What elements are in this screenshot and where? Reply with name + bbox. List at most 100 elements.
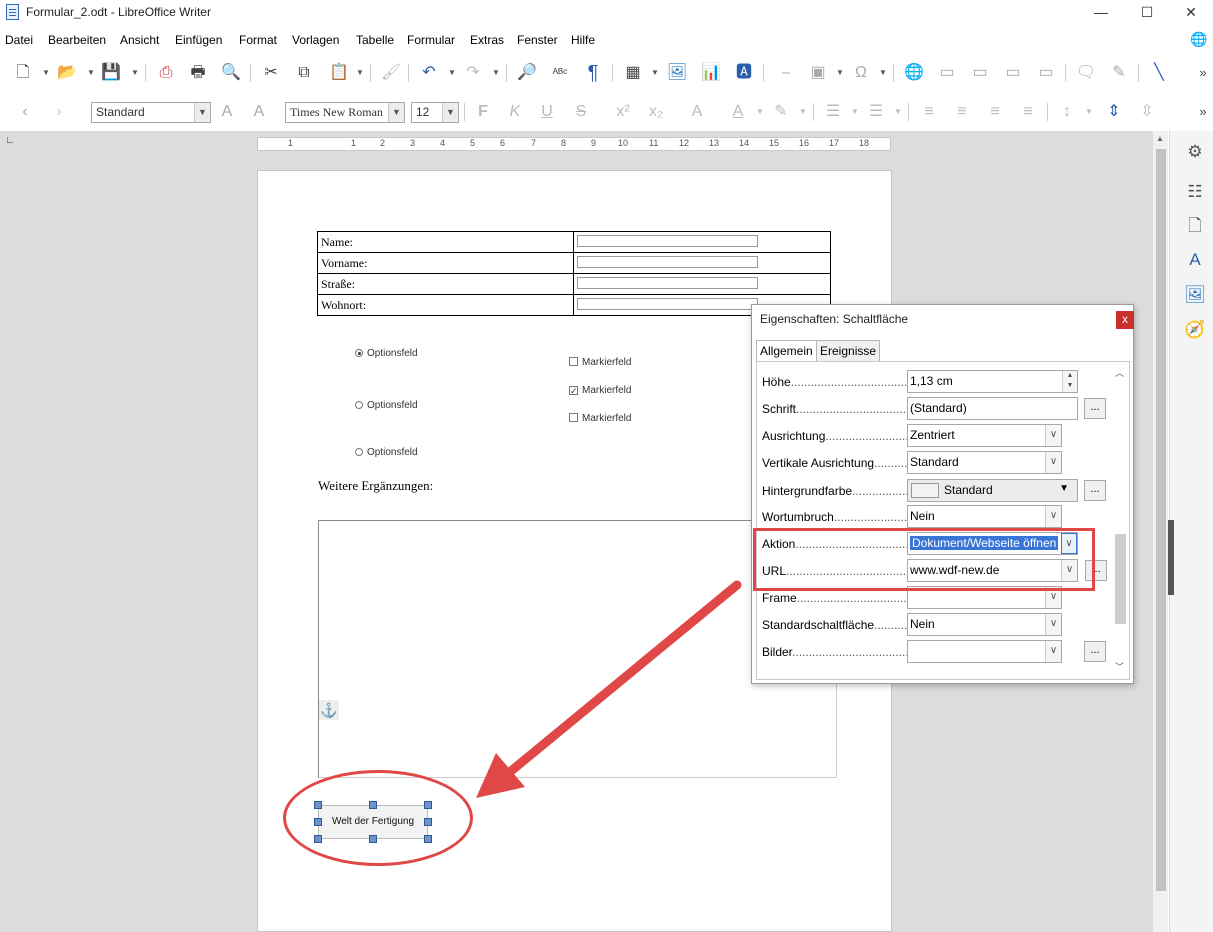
close-window-button[interactable]: ✕ <box>1168 0 1213 26</box>
page-break-icon[interactable]: ⎯ <box>775 62 797 84</box>
chevron-down-icon[interactable]: ∨ <box>1045 614 1061 635</box>
option-button-3[interactable]: Optionsfeld <box>355 447 418 458</box>
superscript-icon[interactable]: x² <box>612 101 634 123</box>
strasse-text-field[interactable] <box>577 277 758 289</box>
scrollbar-thumb[interactable] <box>1156 149 1166 891</box>
undo-icon[interactable]: ↶ <box>418 62 440 84</box>
new-style-icon[interactable]: A <box>248 101 270 123</box>
save-icon[interactable]: 💾 <box>100 62 122 84</box>
scroll-down-icon[interactable]: ﹀ <box>1115 660 1124 673</box>
checkbox-1[interactable]: Markierfeld <box>569 357 631 368</box>
menu-vorlagen[interactable]: Vorlagen <box>292 33 339 47</box>
bookmark-icon[interactable]: ▭ <box>1002 62 1024 84</box>
underline-icon[interactable]: U <box>536 101 558 123</box>
menu-bearbeiten[interactable]: Bearbeiten <box>48 33 106 47</box>
insert-textbox-icon[interactable]: 🅰 <box>733 62 755 84</box>
checkbox-3[interactable]: Markierfeld <box>569 413 631 424</box>
chevron-down-icon[interactable]: ▼ <box>356 68 364 77</box>
standardschaltflaeche-select[interactable]: Nein ∨ <box>907 613 1062 636</box>
schrift-input[interactable]: (Standard) <box>907 397 1078 420</box>
chevron-down-icon[interactable]: ▼ <box>388 103 404 122</box>
print-icon[interactable]: 🖶 <box>187 62 209 84</box>
hintergrundfarbe-select[interactable]: Standard ▼ <box>907 479 1078 502</box>
find-replace-icon[interactable]: 🔎 <box>516 62 538 84</box>
chevron-down-icon[interactable]: ▼ <box>836 68 844 77</box>
hoehe-input[interactable]: 1,13 cm ▲ ▼ <box>907 370 1078 393</box>
redo-icon[interactable]: ↷ <box>462 62 484 84</box>
font-name-combo[interactable]: Times New Roman ▼ <box>285 102 405 123</box>
properties-icon[interactable]: ☷ <box>1184 181 1206 203</box>
chevron-down-icon[interactable]: ▼ <box>799 107 807 116</box>
chevron-down-icon[interactable]: ∨ <box>1045 452 1061 473</box>
hyperlink-icon[interactable]: 🌐 <box>903 62 925 84</box>
export-pdf-icon[interactable]: ⎙ <box>155 62 177 84</box>
back-icon[interactable]: ‹ <box>14 101 36 123</box>
track-changes-icon[interactable]: ✎ <box>1108 62 1130 84</box>
open-folder-icon[interactable]: 📂 <box>56 62 78 84</box>
font-size-combo[interactable]: 12 ▼ <box>411 102 459 123</box>
styles-icon[interactable]: A <box>1184 249 1206 271</box>
scroll-up-icon[interactable]: ▲ <box>1156 134 1164 143</box>
more-options-icon[interactable]: » <box>1192 101 1213 123</box>
line-spacing-icon[interactable]: ↕ <box>1056 101 1078 123</box>
vertikale-ausrichtung-select[interactable]: Standard ∨ <box>907 451 1062 474</box>
paste-icon[interactable]: 📋 <box>328 62 350 84</box>
chevron-down-icon[interactable]: ▼ <box>87 68 95 77</box>
menu-fenster[interactable]: Fenster <box>517 33 558 47</box>
chevron-down-icon[interactable]: ▼ <box>492 68 500 77</box>
insert-chart-icon[interactable]: 📊 <box>700 62 722 84</box>
vertical-scrollbar[interactable]: ▲ <box>1152 131 1168 932</box>
bilder-select[interactable]: ∨ <box>907 640 1062 663</box>
insert-table-icon[interactable]: ▦ <box>622 62 644 84</box>
spelling-icon[interactable]: ᴬᴮᶜ <box>549 62 571 84</box>
schrift-browse-button[interactable]: ... <box>1084 398 1106 419</box>
gear-icon[interactable]: ⚙ <box>1184 141 1206 163</box>
checkbox-2[interactable]: ✓ Markierfeld <box>569 385 631 396</box>
strikethrough-icon[interactable]: S <box>570 101 592 123</box>
numbered-list-icon[interactable]: ☰ <box>865 101 887 123</box>
name-text-field[interactable] <box>577 235 758 247</box>
chevron-down-icon[interactable]: ▼ <box>42 68 50 77</box>
paragraph-style-combo[interactable]: Standard ▼ <box>91 102 211 123</box>
chevron-down-icon[interactable]: ▼ <box>879 68 887 77</box>
clear-formatting-icon[interactable]: A <box>686 101 708 123</box>
menu-ansicht[interactable]: Ansicht <box>120 33 159 47</box>
wohnort-text-field[interactable] <box>577 298 758 310</box>
menu-datei[interactable]: Datei <box>5 33 33 47</box>
menu-formular[interactable]: Formular <box>407 33 455 47</box>
chevron-down-icon[interactable]: ∨ <box>1045 425 1061 446</box>
paragraph-spacing-decrease-icon[interactable]: ⇳ <box>1136 101 1158 123</box>
font-color-icon[interactable]: A <box>727 101 749 123</box>
special-character-icon[interactable]: Ω <box>850 62 872 84</box>
vorname-text-field[interactable] <box>577 256 758 268</box>
tab-stop-selector[interactable]: ∟ <box>5 135 15 146</box>
tab-ereignisse[interactable]: Ereignisse <box>816 340 881 362</box>
italic-icon[interactable]: K <box>504 101 526 123</box>
justify-icon[interactable]: ≡ <box>1017 101 1039 123</box>
chevron-down-icon[interactable]: ∨ <box>1045 506 1061 527</box>
menu-extras[interactable]: Extras <box>470 33 504 47</box>
chevron-down-icon[interactable]: ▼ <box>1085 107 1093 116</box>
clone-formatting-icon[interactable]: 🖌 <box>380 62 402 84</box>
maximize-button[interactable]: ☐ <box>1124 0 1170 26</box>
menu-hilfe[interactable]: Hilfe <box>571 33 595 47</box>
scrollbar-thumb[interactable] <box>1115 534 1126 624</box>
chevron-down-icon[interactable]: ▼ <box>194 103 210 122</box>
bullet-list-icon[interactable]: ☰ <box>822 101 844 123</box>
update-style-icon[interactable]: A <box>216 101 238 123</box>
chevron-down-icon[interactable]: ▼ <box>756 107 764 116</box>
paragraph-spacing-increase-icon[interactable]: ⇕ <box>1103 101 1125 123</box>
menu-format[interactable]: Format <box>239 33 277 47</box>
chevron-down-icon[interactable]: ∨ <box>1045 641 1061 662</box>
ausrichtung-select[interactable]: Zentriert ∨ <box>907 424 1062 447</box>
chevron-down-icon[interactable]: ▼ <box>448 68 456 77</box>
chevron-down-icon[interactable]: ▼ <box>651 68 659 77</box>
subscript-icon[interactable]: x₂ <box>645 101 667 123</box>
sidebar-collapse-handle[interactable] <box>1168 520 1174 595</box>
formatting-marks-icon[interactable]: ¶ <box>582 62 604 84</box>
gallery-icon[interactable]: 🖼 <box>1184 284 1206 306</box>
chevron-down-icon[interactable]: ▼ <box>442 103 458 122</box>
cross-reference-icon[interactable]: ▭ <box>1035 62 1057 84</box>
option-button-2[interactable]: Optionsfeld <box>355 400 418 411</box>
align-left-icon[interactable]: ≡ <box>918 101 940 123</box>
